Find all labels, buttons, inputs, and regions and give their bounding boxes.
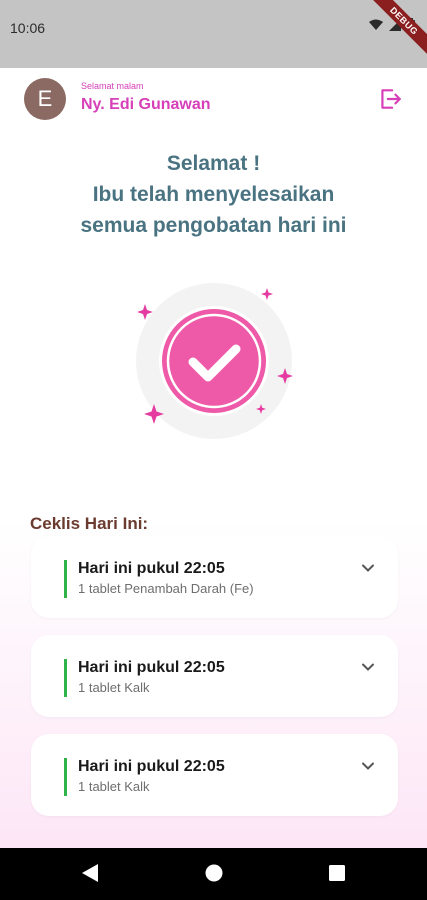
logout-icon[interactable] [377, 86, 403, 112]
chevron-down-icon[interactable] [360, 560, 376, 576]
done-marker [64, 659, 67, 697]
avatar[interactable]: E [24, 78, 66, 120]
medication-dose: 1 tablet Penambah Darah (Fe) [78, 581, 254, 596]
medication-time: Hari ini pukul 22:05 [78, 758, 225, 775]
medication-card[interactable]: Hari ini pukul 22:05 1 tablet Kalk [31, 734, 398, 816]
done-marker [64, 758, 67, 796]
congrats-message: Selamat ! Ibu telah menyelesaikan semua … [0, 148, 427, 241]
debug-ribbon: DEBUG [357, 0, 427, 70]
chevron-down-icon[interactable] [360, 659, 376, 675]
user-name: Ny. Edi Gunawan [81, 96, 211, 113]
app-screen: E Selamat malam Ny. Edi Gunawan Selamat … [0, 68, 427, 848]
medication-dose: 1 tablet Kalk [78, 680, 150, 695]
navigation-bar [0, 848, 427, 900]
medication-card[interactable]: Hari ini pukul 22:05 1 tablet Penambah D… [31, 536, 398, 618]
medication-card[interactable]: Hari ini pukul 22:05 1 tablet Kalk [31, 635, 398, 717]
chevron-down-icon[interactable] [360, 758, 376, 774]
debug-label: DEBUG [367, 0, 427, 58]
congrats-line-2: Ibu telah menyelesaikan [92, 183, 335, 206]
greeting-text: Selamat malam [81, 81, 144, 91]
home-icon[interactable] [205, 864, 223, 882]
success-illustration [136, 283, 293, 439]
medication-dose: 1 tablet Kalk [78, 779, 150, 794]
congrats-line-3: semua pengobatan hari ini [80, 214, 347, 237]
header: E Selamat malam Ny. Edi Gunawan [24, 78, 409, 122]
status-bar: 10:06 DEBUG [0, 0, 427, 68]
back-icon[interactable] [82, 864, 98, 882]
recents-icon[interactable] [329, 865, 345, 881]
congrats-line-1: Selamat ! [166, 152, 261, 175]
medication-time: Hari ini pukul 22:05 [78, 560, 225, 577]
medication-time: Hari ini pukul 22:05 [78, 659, 225, 676]
done-marker [64, 560, 67, 598]
status-time: 10:06 [10, 20, 46, 36]
checklist-title: Ceklis Hari Ini: [30, 514, 149, 533]
